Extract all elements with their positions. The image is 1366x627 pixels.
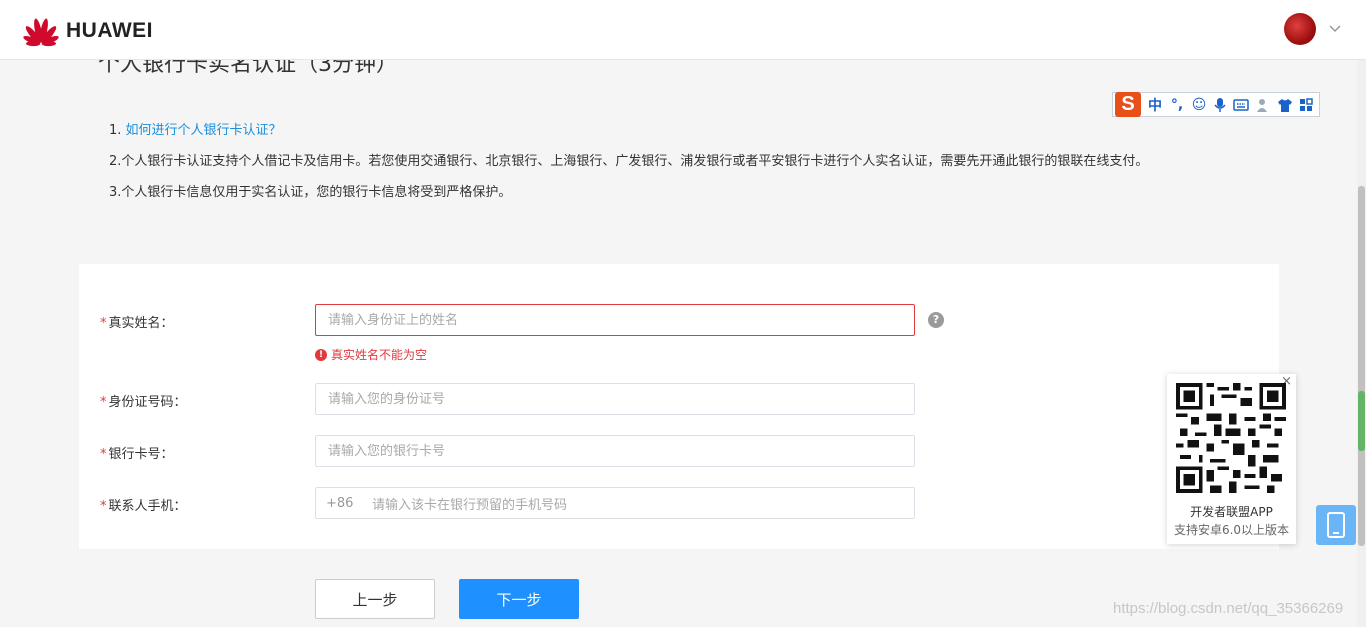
phone-label: * 联系人手机： [100,499,187,514]
error-icon: ! [315,348,327,361]
grid-icon[interactable] [1299,97,1313,112]
phone-input[interactable]: +86 请输入该卡在银行预留的手机号码 [315,487,915,519]
id-label: * 身份证号码： [100,395,187,410]
huawei-logo[interactable]: HUAWEI [20,14,153,48]
chevron-down-icon[interactable] [1327,20,1343,36]
required-mark: * [100,447,107,462]
phone-placeholder: 请输入该卡在银行预留的手机号码 [372,497,568,513]
page-scrollbar[interactable] [1357,60,1366,627]
brand-name: HUAWEI [66,19,153,42]
qr-title: 开发者联盟APP [1190,505,1273,519]
note-item-1: 1. 如何进行个人银行卡认证？ [109,122,1148,153]
keyboard-icon[interactable] [1233,98,1249,112]
note-item-2: 2.个人银行卡认证支持个人借记卡及信用卡。若您使用交通银行、北京银行、上海银行、… [109,154,1149,169]
instruction-notes: 1. 如何进行个人银行卡认证？ 2.个人银行卡认证支持个人借记卡及信用卡。若您使… [109,122,1148,215]
phone-icon [1327,512,1345,538]
huawei-flower-icon [23,18,59,47]
qr-subtitle: 支持安卓6.0以上版本 [1173,523,1290,537]
prev-step-button[interactable]: 上一步 [315,579,435,619]
scrollbar-grip[interactable] [1358,391,1365,451]
name-error-message: ! 真实姓名不能为空 [315,346,427,363]
required-mark: * [100,316,107,331]
required-mark: * [100,395,107,410]
required-mark: * [100,499,107,514]
scrollbar-thumb[interactable] [1358,186,1365,546]
mobile-app-button[interactable] [1316,505,1356,545]
app-qr-popup: × 开发者联盟APP 支持安卓6.0以上版本 [1167,374,1296,544]
id-number-input[interactable] [315,383,915,415]
ime-punctuation[interactable]: °, [1169,97,1185,113]
name-label: * 真实姓名： [100,316,174,331]
card-label: * 银行卡号： [100,447,174,462]
country-code: +86 [326,495,354,511]
user-avatar[interactable] [1284,13,1316,45]
shirt-icon[interactable] [1277,97,1293,113]
name-error-text: 真实姓名不能为空 [331,348,428,362]
watermark-text: https://blog.csdn.net/qq_35366269 [1113,600,1344,617]
emoji-icon[interactable]: ☺ [1191,97,1207,113]
sogou-logo-icon[interactable]: S [1115,92,1141,117]
mic-icon[interactable] [1213,97,1227,113]
real-name-input[interactable] [315,304,915,336]
ime-toolbar[interactable]: S 中 °, ☺ [1112,92,1320,117]
verification-form: *真实姓名： ? ! 真实姓名不能为空 *身份证号码： *银行卡号： *联系人手… [79,264,1279,549]
how-to-verify-link[interactable]: 如何进行个人银行卡认证？ [126,123,282,138]
qr-code-image [1176,383,1286,493]
note-number: 1. [109,123,126,138]
next-step-button[interactable]: 下一步 [459,579,579,619]
user-icon[interactable] [1255,97,1271,113]
note-item-3: 3.个人银行卡信息仅用于实名认证，您的银行卡信息将受到严格保护。 [109,185,512,200]
ime-chinese-mode[interactable]: 中 [1147,95,1163,115]
help-icon[interactable]: ? [928,312,944,328]
top-header: HUAWEI [0,0,1366,60]
bank-card-input[interactable] [315,435,915,467]
